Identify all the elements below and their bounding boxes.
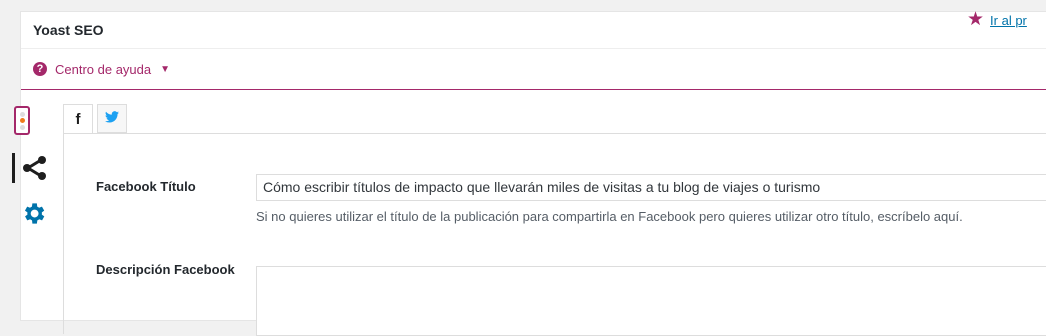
premium-link[interactable]: ★ Ir al pr	[967, 9, 1027, 30]
facebook-icon: f	[75, 110, 81, 128]
traffic-dot-orange	[20, 118, 25, 123]
help-bar: ? Centro de ayuda ▼	[21, 49, 1046, 90]
facebook-description-label: Descripción Facebook	[96, 262, 235, 277]
traffic-dot-red	[20, 112, 25, 117]
help-center-toggle[interactable]: ? Centro de ayuda ▼	[33, 62, 170, 77]
tab-twitter[interactable]	[97, 104, 127, 133]
premium-link-label[interactable]: Ir al pr	[990, 13, 1027, 28]
share-icon[interactable]	[22, 155, 48, 186]
social-tabs: f	[63, 104, 131, 134]
facebook-description-textarea[interactable]	[256, 266, 1046, 336]
help-center-label: Centro de ayuda	[55, 61, 152, 77]
metabox-header[interactable]: Yoast SEO	[21, 12, 1046, 49]
facebook-title-label: Facebook Título	[96, 179, 196, 194]
facebook-title-input[interactable]: Cómo escribir títulos de impacto que lle…	[256, 174, 1046, 201]
metabox-title: Yoast SEO	[33, 22, 104, 38]
star-icon: ★	[967, 9, 985, 30]
sidebar-active-indicator	[12, 153, 15, 183]
seo-traffic-light-icon[interactable]	[14, 106, 30, 135]
question-circle-icon: ?	[33, 62, 47, 76]
twitter-icon	[105, 110, 119, 128]
caret-down-icon: ▼	[160, 63, 171, 75]
tab-facebook[interactable]: f	[63, 104, 93, 134]
gear-icon[interactable]	[20, 200, 47, 232]
facebook-title-hint: Si no quieres utilizar el título de la p…	[256, 209, 963, 224]
traffic-dot-green	[20, 125, 25, 130]
